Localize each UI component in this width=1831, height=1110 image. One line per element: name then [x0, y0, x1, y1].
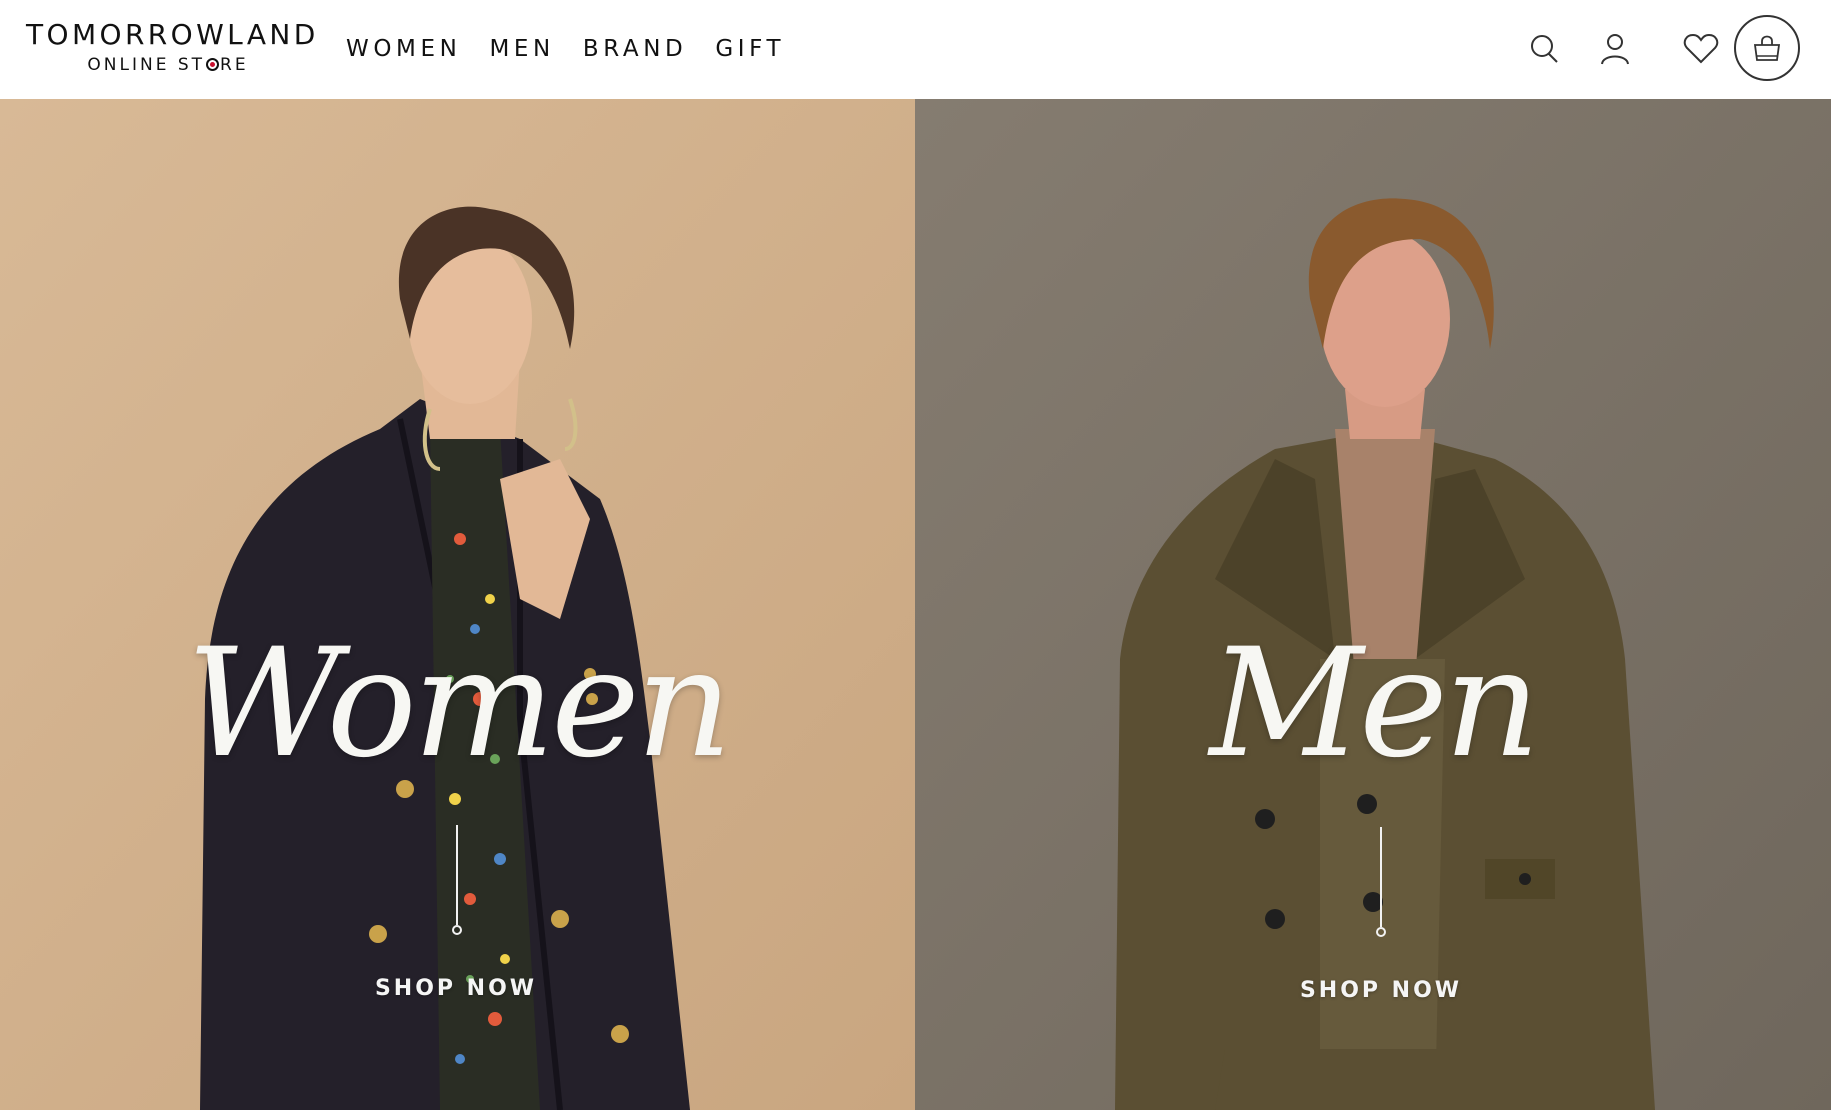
logo-subtitle: ONLINE ST RE: [87, 55, 249, 75]
heart-icon[interactable]: [1683, 33, 1719, 65]
nav-item-women[interactable]: WOMEN: [346, 32, 461, 66]
cta-dot: [452, 925, 462, 935]
women-model-image: [0, 99, 915, 1110]
nav-item-gift[interactable]: GIFT: [715, 32, 785, 66]
user-icon[interactable]: [1600, 33, 1630, 65]
nav-item-men[interactable]: MEN: [489, 32, 554, 66]
cta-line: [1380, 827, 1382, 927]
hero-panel-women[interactable]: Women SHOP NOW: [0, 99, 915, 1110]
shopping-bag-button[interactable]: [1734, 15, 1800, 81]
nav-item-brand[interactable]: BRAND: [583, 32, 687, 66]
hero-title-men: Men: [1209, 617, 1541, 791]
search-icon[interactable]: [1530, 33, 1560, 65]
main-nav: WOMEN MEN BRAND GIFT: [346, 32, 813, 66]
hero-title-women: Women: [186, 617, 733, 791]
shop-now-women-button[interactable]: SHOP NOW: [326, 976, 586, 1001]
logo-o-mark-icon: [206, 58, 220, 71]
shop-now-men-button[interactable]: SHOP NOW: [1251, 978, 1511, 1003]
cta-dot: [1376, 927, 1386, 937]
logo-wordmark: TOMORROWLAND: [26, 18, 319, 51]
cta-line: [456, 825, 458, 925]
hero-panel-men[interactable]: Men SHOP NOW: [915, 99, 1831, 1110]
shopping-bag-icon: [1753, 35, 1781, 61]
site-header: TOMORROWLAND ONLINE ST RE WOMEN MEN BRAND…: [0, 0, 1831, 99]
men-model-image: [915, 99, 1831, 1110]
store-logo[interactable]: TOMORROWLAND ONLINE ST RE: [26, 18, 319, 78]
